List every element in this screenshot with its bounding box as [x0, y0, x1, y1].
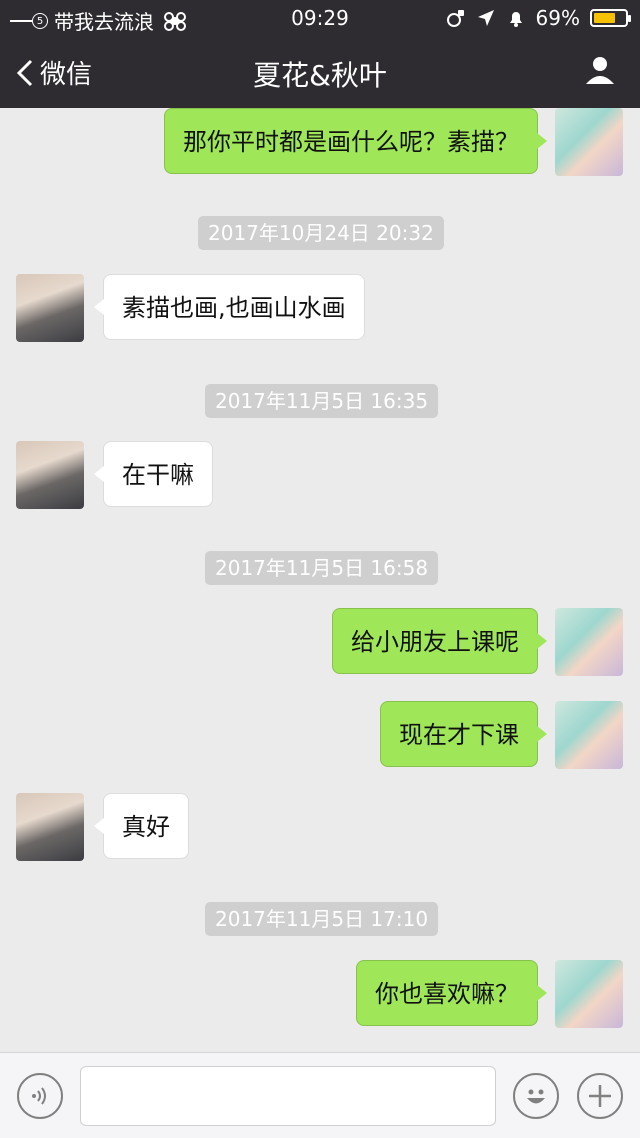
location-icon: [477, 10, 494, 26]
avatar[interactable]: [16, 441, 84, 509]
received-message[interactable]: 真好: [94, 793, 189, 859]
sent-message[interactable]: 那你平时都是画什么呢？素描？: [164, 108, 547, 174]
emoji-icon: [527, 1089, 545, 1104]
chat-info-button[interactable]: [584, 54, 616, 90]
sent-message[interactable]: 给小朋友上课呢: [332, 608, 547, 674]
avatar[interactable]: [555, 960, 623, 1028]
input-bar: [0, 1052, 640, 1138]
battery-percent: 69%: [535, 6, 580, 30]
received-message[interactable]: 素描也画,也画山水画: [94, 274, 365, 340]
status-right: 69%: [446, 6, 631, 30]
avatar[interactable]: [555, 608, 623, 676]
timestamp: 2017年11月5日 16:58: [205, 551, 439, 585]
person-icon: [586, 57, 614, 84]
received-message[interactable]: 在干嘛: [94, 441, 213, 507]
voice-button[interactable]: [17, 1073, 63, 1119]
timestamp: 2017年10月24日 20:32: [198, 216, 444, 250]
voice-icon: [32, 1087, 46, 1105]
plus-icon: [589, 1085, 611, 1107]
timestamp: 2017年11月5日 16:35: [205, 384, 439, 418]
avatar[interactable]: [16, 793, 84, 861]
chat-area[interactable]: 那你平时都是画什么呢？素描？ 2017年10月24日 20:32 素描也画,也画…: [0, 108, 640, 1052]
chat-title: 夏花&秋叶: [253, 59, 387, 92]
rotation-lock-icon: [446, 10, 464, 27]
sent-message[interactable]: 现在才下课: [380, 701, 547, 767]
nav-bar: 微信 夏花&秋叶: [0, 36, 640, 108]
more-button[interactable]: [577, 1073, 623, 1119]
avatar[interactable]: [16, 274, 84, 342]
emoji-button[interactable]: [513, 1073, 559, 1119]
avatar[interactable]: [555, 701, 623, 769]
timestamp: 2017年11月5日 17:10: [205, 902, 439, 936]
sent-message[interactable]: 你也喜欢嘛？: [356, 960, 547, 1026]
status-bar: 5 带我去流浪 09:29 69%: [0, 0, 640, 36]
avatar[interactable]: [555, 108, 623, 176]
battery-fill: [594, 13, 615, 23]
battery-icon: [590, 9, 631, 27]
message-input[interactable]: [80, 1066, 496, 1126]
alarm-icon: [509, 12, 522, 27]
